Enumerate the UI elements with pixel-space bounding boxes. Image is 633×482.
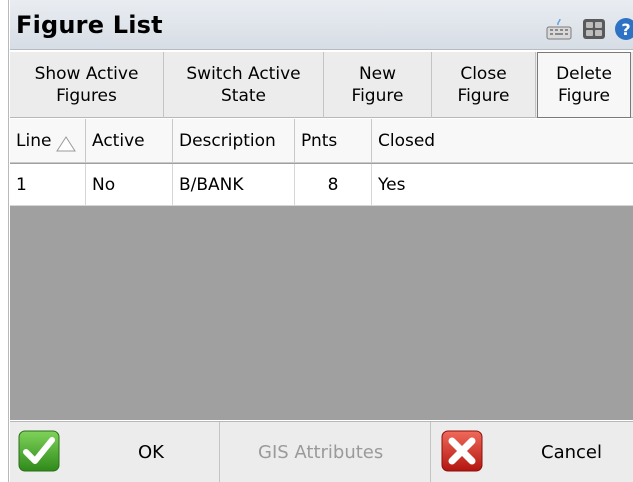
column-header-label: Line	[16, 131, 52, 151]
close-icon	[441, 430, 483, 472]
cell-pnts: 8	[295, 164, 372, 206]
table-header: Line Active Description Pnts Closed	[10, 119, 633, 163]
calculator-icon[interactable]	[582, 18, 606, 40]
title-bar: Figure List ?	[10, 0, 633, 50]
delete-figure-button[interactable]: Delete Figure	[537, 52, 631, 118]
sort-ascending-icon	[56, 136, 76, 152]
figures-table: Line Active Description Pnts Closed 1 No…	[10, 119, 633, 420]
column-header-pnts[interactable]: Pnts	[295, 119, 372, 163]
cell-line: 1	[10, 164, 86, 206]
page-title: Figure List	[16, 11, 163, 39]
figure-list-window: Figure List ? Show Active Figures Switch…	[0, 0, 633, 482]
cancel-button[interactable]: Cancel	[431, 422, 633, 482]
svg-text:?: ?	[621, 20, 630, 39]
column-header-active[interactable]: Active	[86, 119, 173, 163]
bottom-action-bar: OK GIS Attributes Cancel	[10, 421, 633, 482]
checkmark-icon	[18, 430, 60, 472]
close-figure-button[interactable]: Close Figure	[432, 52, 536, 118]
left-edge	[0, 0, 9, 482]
cancel-label: Cancel	[541, 442, 602, 463]
cell-active: No	[86, 164, 173, 206]
table-row[interactable]: 1 No B/BANK 8 Yes	[10, 164, 633, 206]
main-panel: Figure List ? Show Active Figures Switch…	[10, 0, 633, 482]
column-header-description[interactable]: Description	[173, 119, 295, 163]
column-header-closed[interactable]: Closed	[372, 119, 633, 163]
keyboard-icon[interactable]	[546, 18, 572, 40]
switch-active-state-button[interactable]: Switch Active State	[164, 52, 324, 118]
gis-attributes-label: GIS Attributes	[258, 442, 384, 463]
show-active-figures-button[interactable]: Show Active Figures	[10, 52, 164, 118]
gis-attributes-button[interactable]: GIS Attributes	[220, 422, 431, 482]
ok-label: OK	[138, 442, 164, 463]
cell-description: B/BANK	[173, 164, 295, 206]
help-icon[interactable]: ?	[614, 17, 633, 41]
cell-closed: Yes	[378, 175, 406, 195]
toolbar: Show Active Figures Switch Active State …	[10, 52, 633, 118]
new-figure-button[interactable]: New Figure	[324, 52, 432, 118]
column-header-line[interactable]: Line	[10, 119, 86, 163]
ok-button[interactable]: OK	[10, 422, 220, 482]
